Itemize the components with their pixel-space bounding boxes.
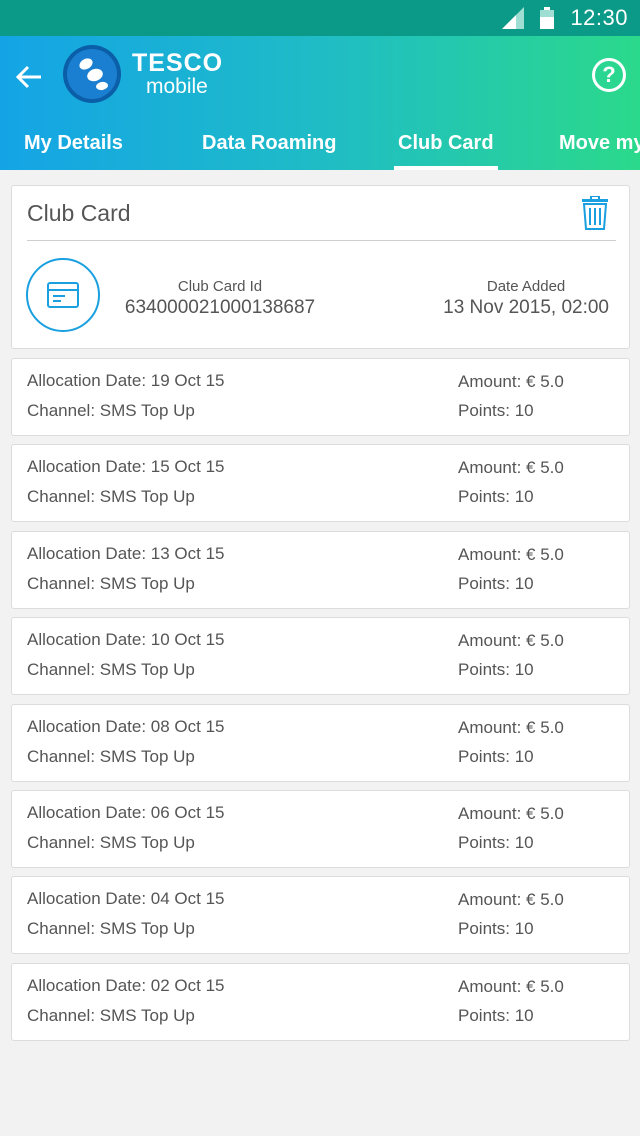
club-card-title: Club Card bbox=[27, 200, 131, 226]
allocation-points: Points: 10 bbox=[458, 1006, 534, 1025]
allocation-item: Allocation Date: 13 Oct 15 Channel: SMS … bbox=[11, 531, 630, 609]
club-card-id-block: Club Card Id 634000021000138687 bbox=[122, 278, 318, 319]
allocation-points: Points: 10 bbox=[458, 833, 534, 852]
tab-label: Data Roaming bbox=[202, 132, 337, 154]
help-button[interactable]: ? bbox=[592, 58, 626, 92]
tab-label: My Details bbox=[24, 132, 123, 154]
date-added-value: 13 Nov 2015, 02:00 bbox=[443, 297, 609, 318]
logo-emblem-icon bbox=[63, 45, 121, 103]
allocation-item: Allocation Date: 19 Oct 15 Channel: SMS … bbox=[11, 358, 630, 436]
allocation-channel: Channel: SMS Top Up bbox=[27, 401, 195, 420]
allocation-date: Allocation Date: 08 Oct 15 bbox=[27, 717, 225, 736]
allocation-amount: Amount: € 5.0 bbox=[458, 804, 564, 823]
tab-label: Club Card bbox=[398, 132, 494, 154]
allocation-item: Allocation Date: 06 Oct 15 Channel: SMS … bbox=[11, 790, 630, 868]
allocation-amount: Amount: € 5.0 bbox=[458, 631, 564, 650]
allocation-date: Allocation Date: 10 Oct 15 bbox=[27, 630, 225, 649]
active-tab-indicator bbox=[394, 166, 498, 170]
allocation-points: Points: 10 bbox=[458, 487, 534, 506]
allocation-channel: Channel: SMS Top Up bbox=[27, 747, 195, 766]
allocation-date: Allocation Date: 02 Oct 15 bbox=[27, 976, 225, 995]
allocation-amount: Amount: € 5.0 bbox=[458, 545, 564, 564]
tab-bar: My Details Data Roaming Club Card Move m… bbox=[0, 126, 640, 170]
allocation-amount: Amount: € 5.0 bbox=[458, 372, 564, 391]
help-icon: ? bbox=[602, 62, 616, 87]
allocation-amount: Amount: € 5.0 bbox=[458, 890, 564, 909]
divider bbox=[27, 240, 616, 241]
tab-club-card[interactable]: Club Card bbox=[394, 126, 498, 170]
allocation-item: Allocation Date: 02 Oct 15 Channel: SMS … bbox=[11, 963, 630, 1041]
allocation-points: Points: 10 bbox=[458, 660, 534, 679]
club-card-panel: Club Card Club Card Id 63400002100013868… bbox=[11, 185, 630, 349]
back-arrow-icon bbox=[15, 65, 41, 89]
club-card-id-value: 634000021000138687 bbox=[124, 297, 316, 318]
allocation-item: Allocation Date: 04 Oct 15 Channel: SMS … bbox=[11, 876, 630, 954]
allocation-channel: Channel: SMS Top Up bbox=[27, 487, 195, 506]
allocation-date: Allocation Date: 15 Oct 15 bbox=[27, 457, 225, 476]
allocation-date: Allocation Date: 13 Oct 15 bbox=[27, 544, 225, 563]
allocation-amount: Amount: € 5.0 bbox=[458, 458, 564, 477]
logo-brand-text: TESCO bbox=[132, 49, 224, 77]
allocation-points: Points: 10 bbox=[458, 919, 534, 938]
back-button[interactable] bbox=[10, 58, 48, 96]
allocation-points: Points: 10 bbox=[458, 747, 534, 766]
allocation-date: Allocation Date: 04 Oct 15 bbox=[27, 889, 225, 908]
date-added-label: Date Added bbox=[486, 278, 566, 295]
tab-data-roaming[interactable]: Data Roaming bbox=[202, 126, 336, 170]
allocation-channel: Channel: SMS Top Up bbox=[27, 1006, 195, 1025]
allocation-points: Points: 10 bbox=[458, 574, 534, 593]
tab-move-my[interactable]: Move my bbox=[559, 126, 640, 170]
allocation-channel: Channel: SMS Top Up bbox=[27, 574, 195, 593]
allocation-date: Allocation Date: 06 Oct 15 bbox=[27, 803, 225, 822]
club-card-icon-circle bbox=[26, 258, 100, 332]
allocation-amount: Amount: € 5.0 bbox=[458, 718, 564, 737]
app-header: TESCO mobile ? My Details Data Roaming C… bbox=[0, 36, 640, 170]
allocation-points: Points: 10 bbox=[458, 401, 534, 420]
allocation-amount: Amount: € 5.0 bbox=[458, 977, 564, 996]
card-icon bbox=[47, 282, 79, 308]
allocation-channel: Channel: SMS Top Up bbox=[27, 660, 195, 679]
battery-icon bbox=[540, 7, 555, 29]
allocation-item: Allocation Date: 15 Oct 15 Channel: SMS … bbox=[11, 444, 630, 522]
signal-icon bbox=[502, 7, 525, 29]
tab-label: Move my bbox=[559, 132, 640, 154]
delete-trash-icon[interactable] bbox=[581, 196, 609, 230]
allocation-channel: Channel: SMS Top Up bbox=[27, 833, 195, 852]
club-card-id-label: Club Card Id bbox=[177, 278, 263, 295]
status-bar: 12:30 bbox=[0, 0, 640, 36]
allocation-date: Allocation Date: 19 Oct 15 bbox=[27, 371, 225, 390]
tesco-mobile-logo: TESCO mobile bbox=[62, 44, 223, 104]
allocation-channel: Channel: SMS Top Up bbox=[27, 919, 195, 938]
status-time: 12:30 bbox=[570, 5, 628, 30]
allocation-item: Allocation Date: 08 Oct 15 Channel: SMS … bbox=[11, 704, 630, 782]
date-added-block: Date Added 13 Nov 2015, 02:00 bbox=[443, 278, 609, 319]
logo-sub-text: mobile bbox=[146, 75, 208, 98]
tab-my-details[interactable]: My Details bbox=[24, 126, 123, 170]
allocation-item: Allocation Date: 10 Oct 15 Channel: SMS … bbox=[11, 617, 630, 695]
